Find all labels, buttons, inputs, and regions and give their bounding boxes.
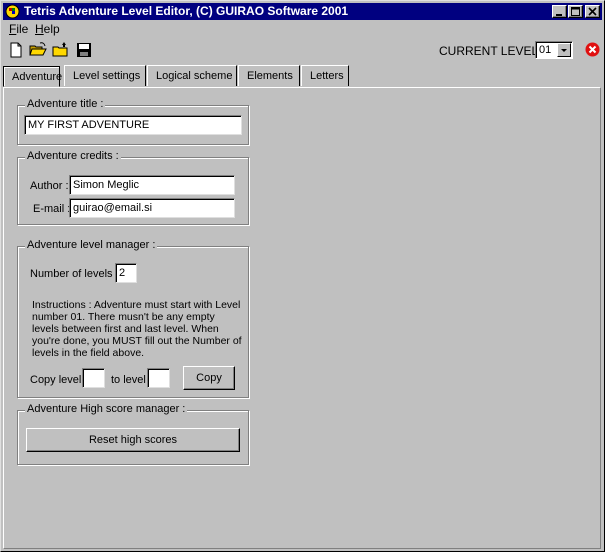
tab-logical-scheme[interactable]: Logical scheme: [147, 65, 237, 86]
menu-bar: File Help: [3, 20, 602, 38]
tab-level-settings[interactable]: Level settings: [64, 65, 146, 86]
app-window: Tetris Adventure Level Editor, (C) GUIRA…: [0, 0, 605, 552]
author-label: Author :: [30, 180, 69, 192]
menu-file[interactable]: File: [9, 22, 28, 36]
group-title: Adventure title :: [25, 98, 106, 110]
group-level-manager: Adventure level manager : Number of leve…: [17, 239, 249, 398]
to-level-label: to level: [111, 374, 146, 386]
group-highscore-manager: Adventure High score manager : Reset hig…: [17, 403, 249, 465]
copy-to-input[interactable]: [147, 368, 170, 388]
tab-elements[interactable]: Elements: [238, 65, 300, 86]
menu-help[interactable]: Help: [35, 22, 60, 36]
current-level-value: 01: [539, 44, 552, 56]
open-folder-up-icon[interactable]: [52, 41, 70, 59]
copy-from-input[interactable]: [82, 368, 105, 388]
group-title: Adventure High score manager :: [25, 403, 188, 415]
app-icon: [5, 4, 20, 19]
close-button[interactable]: [585, 5, 600, 18]
num-levels-label: Number of levels :: [30, 268, 119, 280]
save-disk-icon[interactable]: [75, 41, 93, 59]
copy-level-label: Copy level: [30, 374, 82, 386]
tab-adventure[interactable]: Adventure: [3, 66, 62, 87]
email-input[interactable]: guirao@email.si: [69, 198, 235, 218]
instructions-text: Instructions : Adventure must start with…: [32, 299, 242, 359]
group-adventure-credits: Adventure credits : Author : Simon Megli…: [17, 150, 249, 225]
current-level-label: CURRENT LEVEL :: [439, 44, 545, 58]
current-level-select[interactable]: 01: [535, 41, 573, 59]
num-levels-input[interactable]: 2: [115, 263, 137, 283]
adventure-title-input[interactable]: MY FIRST ADVENTURE: [24, 115, 242, 135]
title-bar[interactable]: Tetris Adventure Level Editor, (C) GUIRA…: [3, 3, 602, 20]
minimize-button[interactable]: [552, 5, 567, 18]
group-title: Adventure credits :: [25, 150, 121, 162]
maximize-icon: [571, 7, 580, 16]
copy-button[interactable]: Copy: [183, 366, 235, 390]
window-title: Tetris Adventure Level Editor, (C) GUIRA…: [24, 4, 349, 18]
group-adventure-title: Adventure title : MY FIRST ADVENTURE: [17, 98, 249, 145]
author-input[interactable]: Simon Meglic: [69, 175, 235, 195]
open-folder-icon[interactable]: [29, 41, 47, 59]
maximize-button[interactable]: [568, 5, 583, 18]
close-icon: [588, 7, 597, 16]
new-file-icon[interactable]: [7, 41, 25, 59]
email-label: E-mail :: [33, 203, 71, 215]
minimize-icon: [556, 14, 562, 16]
reset-high-scores-button[interactable]: Reset high scores: [26, 428, 240, 452]
toolbar: CURRENT LEVEL : 01: [3, 39, 602, 61]
dropdown-button[interactable]: [557, 43, 571, 57]
tab-panel-adventure: Adventure title : MY FIRST ADVENTURE Adv…: [3, 87, 601, 549]
chevron-down-icon: [561, 49, 567, 52]
group-title: Adventure level manager :: [25, 239, 158, 251]
tab-letters[interactable]: Letters: [301, 65, 349, 86]
exit-icon[interactable]: [585, 42, 600, 57]
